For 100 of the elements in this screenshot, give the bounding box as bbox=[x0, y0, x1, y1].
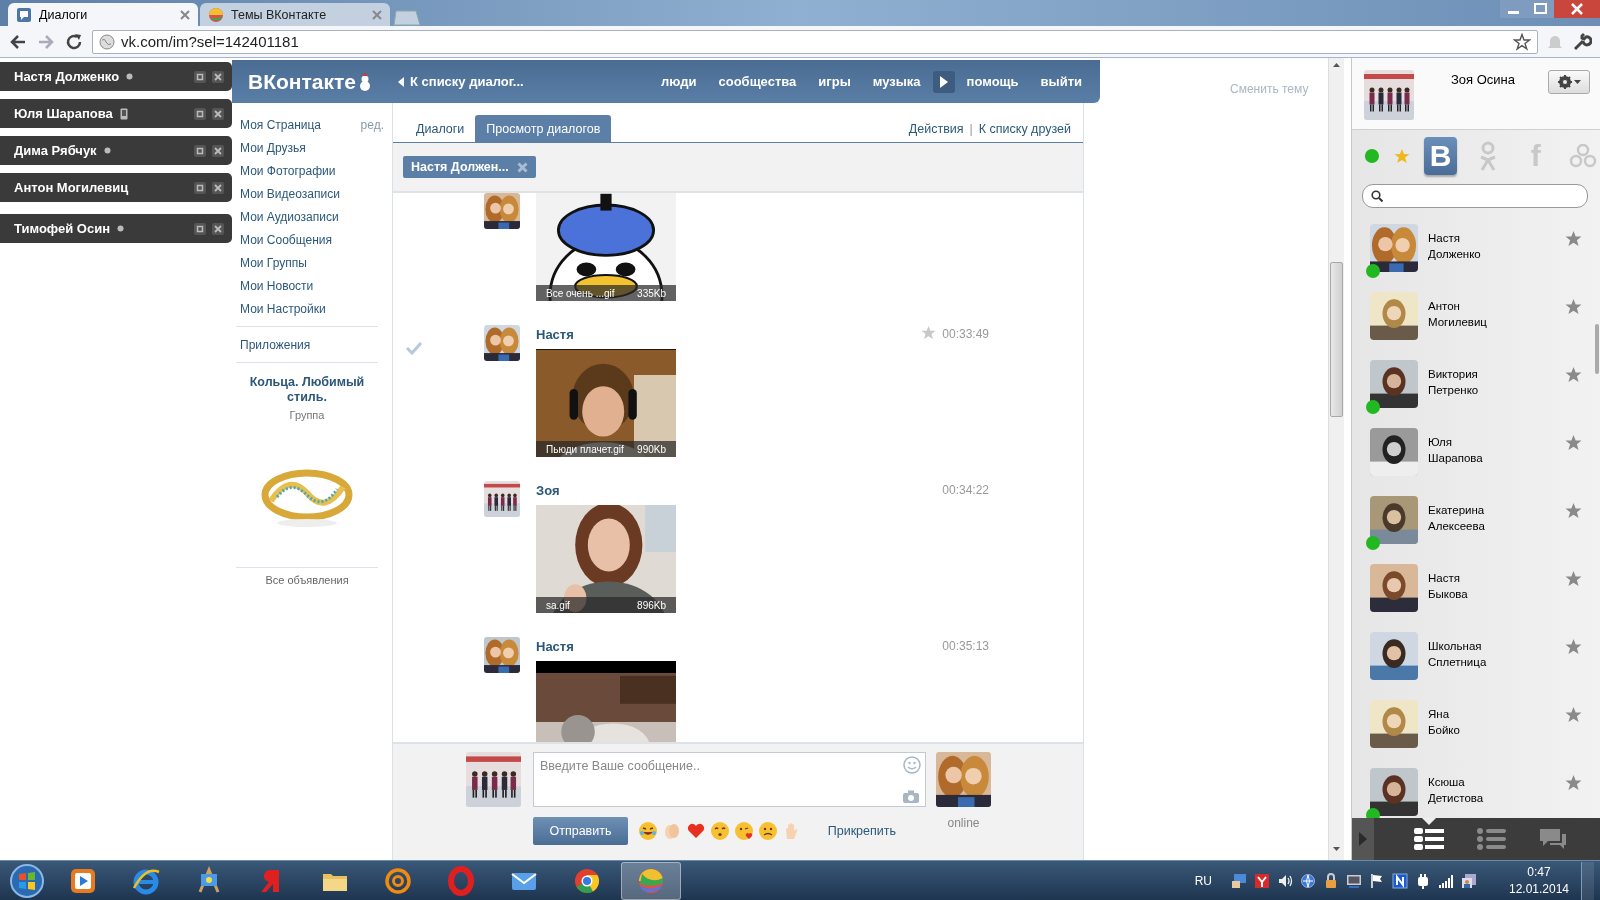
monitor-icon[interactable] bbox=[1346, 872, 1362, 889]
antivirus-icon[interactable] bbox=[1254, 872, 1270, 889]
star-icon[interactable] bbox=[1565, 230, 1582, 247]
at-sign-icon[interactable] bbox=[383, 865, 413, 896]
bookmark-star-icon[interactable] bbox=[1513, 32, 1531, 51]
minimize-icon[interactable] bbox=[194, 181, 206, 194]
nav-link[interactable]: игры bbox=[818, 74, 851, 89]
kissing-emoji-icon[interactable] bbox=[710, 821, 730, 841]
star-icon[interactable] bbox=[1565, 638, 1582, 655]
clock[interactable]: 0:47 12.01.2014 bbox=[1504, 863, 1574, 898]
globe-icon[interactable] bbox=[1300, 872, 1316, 889]
ad-title[interactable]: Кольца. Любимый стиль. bbox=[240, 375, 374, 405]
back-link[interactable]: К списку диалог... bbox=[398, 74, 524, 89]
browser-tab[interactable]: Темы ВКонтакте bbox=[200, 3, 390, 26]
language-indicator[interactable]: RU bbox=[1194, 873, 1212, 888]
star-icon[interactable] bbox=[1565, 434, 1582, 451]
friend-name[interactable]: Виктория Петренко bbox=[1428, 366, 1479, 398]
minimize-icon[interactable] bbox=[194, 70, 206, 83]
star-icon[interactable] bbox=[1565, 570, 1582, 587]
dialog-tab[interactable]: Просмотр диалогов bbox=[475, 115, 612, 142]
chat-window-tab[interactable]: Тимофей Осин bbox=[0, 214, 232, 243]
menu-link[interactable]: Моя Страница bbox=[240, 117, 322, 132]
dialog-tab[interactable]: Диалоги bbox=[405, 115, 476, 142]
friends-list-link[interactable]: К списку друзей bbox=[978, 121, 1071, 136]
network-tab[interactable]: В bbox=[1423, 137, 1458, 175]
close-icon[interactable] bbox=[212, 70, 224, 83]
send-button[interactable]: Отправить bbox=[533, 817, 628, 845]
close-icon[interactable] bbox=[212, 144, 224, 157]
opera-icon[interactable] bbox=[446, 865, 476, 896]
star-icon[interactable] bbox=[1565, 774, 1582, 791]
lock-icon[interactable] bbox=[1323, 872, 1339, 889]
flag-icon[interactable] bbox=[1369, 872, 1385, 889]
tab-close-icon[interactable] bbox=[180, 9, 190, 20]
play-button[interactable] bbox=[932, 70, 955, 93]
checkmark-icon[interactable] bbox=[405, 341, 423, 355]
actions-link[interactable]: Действия bbox=[908, 121, 964, 136]
friend-name[interactable]: Екатерина Алексеева bbox=[1428, 502, 1485, 534]
conversation-chip[interactable]: Настя Должен... bbox=[403, 156, 536, 178]
menu-link[interactable]: Мои Аудиозаписи bbox=[240, 209, 339, 224]
close-icon[interactable] bbox=[212, 181, 224, 194]
menu-link[interactable]: Приложения bbox=[240, 337, 311, 352]
star-icon[interactable] bbox=[1565, 298, 1582, 315]
friend-name[interactable]: Яна Бойко bbox=[1428, 706, 1460, 738]
menu-link[interactable]: Мои Фотографии bbox=[240, 163, 336, 178]
menu-link[interactable]: Мои Друзья bbox=[240, 140, 306, 155]
all-ads-link[interactable]: Все объявления bbox=[240, 574, 384, 586]
show-desktop-button[interactable] bbox=[1581, 861, 1594, 900]
nav-link[interactable]: музыка bbox=[872, 74, 921, 89]
site-logo[interactable]: ВКонтакте bbox=[248, 69, 356, 94]
friend-name[interactable]: Школьная Сплетница bbox=[1428, 638, 1487, 670]
menu-link[interactable]: Мои Сообщения bbox=[240, 232, 332, 247]
star-icon[interactable] bbox=[1565, 366, 1582, 383]
star-icon[interactable] bbox=[1565, 706, 1582, 723]
minimize-icon[interactable] bbox=[194, 144, 206, 157]
list-icon[interactable] bbox=[1476, 827, 1506, 851]
nav-link[interactable]: выйти bbox=[1040, 74, 1082, 89]
nav-link[interactable]: люди bbox=[661, 74, 697, 89]
menu-link[interactable]: Мои Группы bbox=[240, 255, 307, 270]
scrollbar-thumb[interactable] bbox=[1330, 262, 1343, 417]
chat-window-tab[interactable]: Настя Долженко bbox=[0, 62, 232, 91]
star-icon[interactable] bbox=[1565, 502, 1582, 519]
friend-name[interactable]: Настя Быкова bbox=[1428, 570, 1468, 602]
friend-name[interactable]: Юля Шарапова bbox=[1428, 434, 1483, 466]
worried-emoji-icon[interactable] bbox=[758, 821, 778, 841]
nav-link[interactable]: сообщества bbox=[718, 74, 797, 89]
browser-tab[interactable]: Диалоги bbox=[8, 3, 198, 26]
attach-link[interactable]: Прикрепить bbox=[827, 824, 896, 838]
chat-window-tab[interactable]: Юля Шарапова bbox=[0, 99, 232, 128]
scrollbar-thumb[interactable] bbox=[1595, 324, 1599, 374]
laughing-emoji-icon[interactable] bbox=[638, 821, 658, 841]
minimize-icon[interactable] bbox=[194, 222, 206, 235]
friend-name[interactable]: Антон Могилевиц bbox=[1428, 298, 1487, 330]
wrench-icon[interactable] bbox=[1572, 31, 1592, 52]
signal-icon[interactable] bbox=[1438, 872, 1454, 889]
display-icon[interactable] bbox=[1231, 872, 1247, 889]
scrollbar[interactable] bbox=[1328, 58, 1344, 860]
menu-link[interactable]: Мои Настройки bbox=[240, 301, 326, 316]
minimize-icon[interactable] bbox=[1500, 0, 1527, 18]
menu-link[interactable]: Мои Новости bbox=[240, 278, 314, 293]
friend-name[interactable]: Ксюша Детистова bbox=[1428, 774, 1484, 806]
chat-window-tab[interactable]: Антон Могилевиц bbox=[0, 173, 232, 202]
chat-window-tab[interactable]: Дима Рябчук bbox=[0, 136, 232, 165]
search-field[interactable] bbox=[1362, 184, 1588, 208]
author-name[interactable]: Настя bbox=[536, 326, 574, 342]
user-icon[interactable] bbox=[1461, 872, 1477, 889]
reload-icon[interactable] bbox=[64, 31, 84, 52]
kiss-heart-emoji-icon[interactable] bbox=[734, 821, 754, 841]
heart-icon[interactable] bbox=[686, 821, 706, 841]
minimize-icon[interactable] bbox=[194, 107, 206, 120]
settings-button[interactable] bbox=[1548, 70, 1590, 94]
app-tile-icon[interactable] bbox=[1392, 872, 1408, 889]
close-icon[interactable] bbox=[1554, 0, 1600, 18]
chat-bubbles-icon[interactable] bbox=[1538, 827, 1568, 851]
close-icon[interactable] bbox=[212, 107, 224, 120]
user-name[interactable]: Зоя Осина bbox=[1451, 72, 1516, 87]
star-icon[interactable] bbox=[921, 325, 937, 340]
author-name[interactable]: Зоя bbox=[536, 482, 560, 498]
plug-icon[interactable] bbox=[1415, 872, 1431, 889]
favorites-star-icon[interactable] bbox=[1393, 147, 1410, 165]
maximize-icon[interactable] bbox=[1527, 0, 1554, 18]
